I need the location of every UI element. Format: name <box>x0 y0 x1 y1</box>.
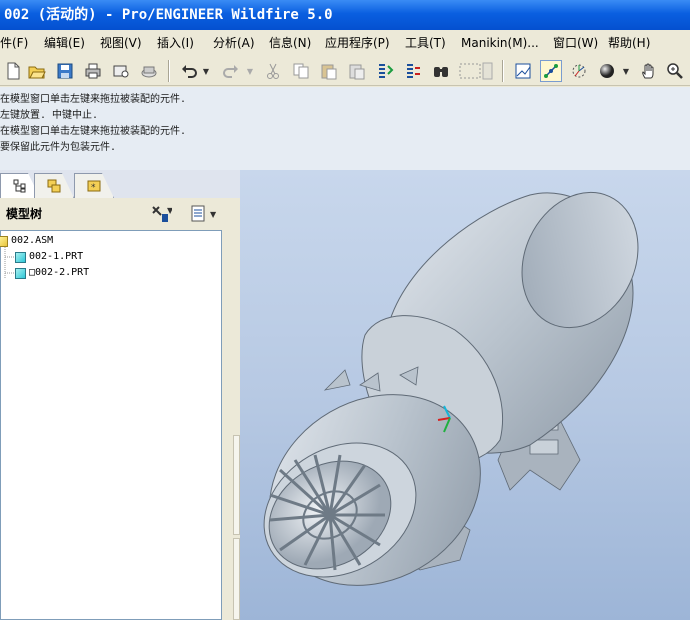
selection-box-icon[interactable] <box>458 60 494 82</box>
find-icon[interactable] <box>430 60 452 82</box>
menu-bar: 件(F) 编辑(E) 视图(V) 插入(I) 分析(A) 信息(N) 应用程序(… <box>0 30 690 56</box>
graphics-viewport[interactable] <box>240 170 690 620</box>
tab-folder-browser[interactable] <box>34 173 74 198</box>
navigator-tabs: * <box>0 170 240 198</box>
undo-icon[interactable] <box>178 60 200 82</box>
menu-help[interactable]: 帮助(H) <box>608 30 650 56</box>
tree-item-label: 002-1.PRT <box>29 251 84 262</box>
tree-item-part[interactable]: 002-1.PRT <box>15 249 83 265</box>
svg-text:▼: ▼ <box>210 210 217 219</box>
menu-insert[interactable]: 插入(I) <box>157 30 194 56</box>
toolbar-separator <box>502 60 504 82</box>
menu-manikin[interactable]: Manikin(M)... <box>461 30 539 56</box>
tab-favorites[interactable]: * <box>74 173 114 198</box>
model-3d-assembly[interactable] <box>240 170 690 620</box>
spin-center-icon[interactable] <box>568 60 590 82</box>
part-icon <box>15 251 26 263</box>
zoom-icon[interactable] <box>664 60 686 82</box>
paste-icon[interactable] <box>318 60 340 82</box>
favorites-icon: * <box>87 180 101 193</box>
folder-browser-icon <box>47 179 61 193</box>
part-icon <box>15 267 26 279</box>
tree-item-part[interactable]: □002-2.PRT <box>15 265 89 281</box>
open-folder-icon[interactable] <box>26 60 48 82</box>
menu-view[interactable]: 视图(V) <box>100 30 142 56</box>
regenerate-manager-icon[interactable] <box>402 60 424 82</box>
window-title: 002 (活动的) - Pro/ENGINEER Wildfire 5.0 <box>0 0 690 30</box>
toolbar-separator <box>168 60 170 82</box>
menu-info[interactable]: 信息(N) <box>269 30 311 56</box>
model-tree: 002.ASM 002-1.PRT □002-2.PRT <box>0 230 222 620</box>
send-mail-icon[interactable] <box>110 60 132 82</box>
redo-dropdown-icon[interactable]: ▼ <box>244 60 256 82</box>
message-line: 在模型窗口单击左键来拖拉被装配的元件. <box>0 94 187 105</box>
shading-sphere-icon[interactable] <box>596 60 618 82</box>
print-icon[interactable] <box>82 60 104 82</box>
assembly-icon <box>0 235 8 247</box>
cut-icon[interactable] <box>262 60 284 82</box>
message-line: 要保留此元件为包装元件. <box>0 142 117 153</box>
message-area: 在模型窗口单击左键来拖拉被装配的元件. 左键放置. 中键中止. 在模型窗口单击左… <box>0 87 690 170</box>
message-line: 左键放置. 中键中止. <box>0 110 99 121</box>
redo-icon[interactable] <box>220 60 242 82</box>
menu-edit[interactable]: 编辑(E) <box>44 30 85 56</box>
svg-text:*: * <box>91 183 96 193</box>
paste-special-icon[interactable] <box>346 60 368 82</box>
tree-item-label: □002-2.PRT <box>29 267 90 278</box>
model-tree-header: 模型树 ▼ ▼ <box>0 198 232 230</box>
sash-grip[interactable] <box>233 435 240 535</box>
main-toolbar: ▼ ▼ ▼ <box>0 56 690 86</box>
menu-applications[interactable]: 应用程序(P) <box>325 30 390 56</box>
menu-window[interactable]: 窗口(W) <box>553 30 598 56</box>
copy-icon[interactable] <box>290 60 312 82</box>
new-file-icon[interactable] <box>2 60 24 82</box>
datum-display-icon[interactable] <box>540 60 562 82</box>
menu-tools[interactable]: 工具(T) <box>405 30 446 56</box>
svg-text:▼: ▼ <box>167 206 172 215</box>
menu-file[interactable]: 件(F) <box>0 30 28 56</box>
save-icon[interactable] <box>54 60 76 82</box>
graph-icon[interactable] <box>512 60 534 82</box>
menu-analysis[interactable]: 分析(A) <box>213 30 255 56</box>
tree-item-assembly[interactable]: 002.ASM <box>0 233 53 249</box>
regenerate-icon[interactable] <box>374 60 396 82</box>
show-list-icon[interactable]: ▼ <box>190 204 220 224</box>
disk-icon[interactable] <box>138 60 160 82</box>
message-line: 在模型窗口单击左键来拖拉被装配的元件. <box>0 126 187 137</box>
tree-item-label: 002.ASM <box>11 235 54 246</box>
settings-tools-icon[interactable]: ▼ <box>150 204 174 224</box>
sash-grip[interactable] <box>233 538 240 620</box>
undo-dropdown-icon[interactable]: ▼ <box>200 60 212 82</box>
navigator-sash[interactable] <box>222 230 240 620</box>
model-tree-title: 模型树 <box>6 207 43 221</box>
model-tree-icon <box>13 179 26 193</box>
pan-hand-icon[interactable] <box>638 60 660 82</box>
shading-dropdown-icon[interactable]: ▼ <box>620 60 632 82</box>
